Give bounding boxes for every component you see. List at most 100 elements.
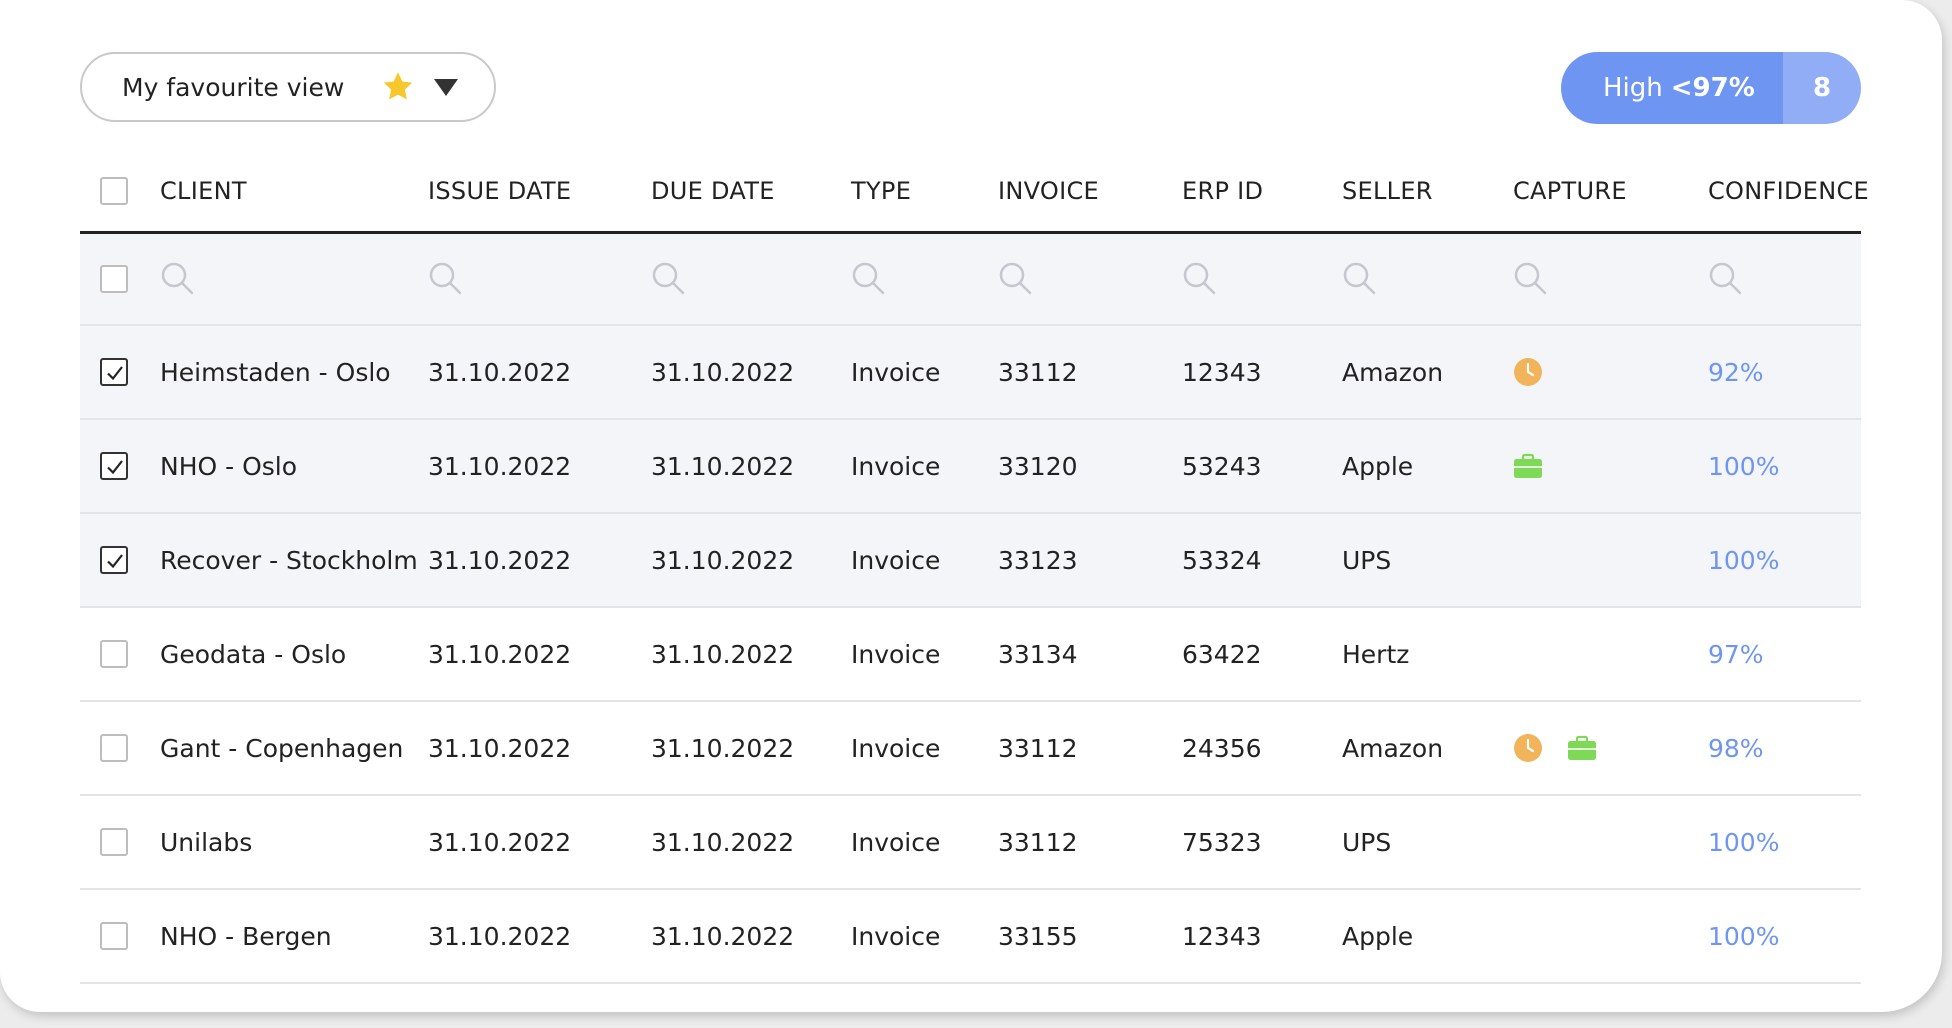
- table-row[interactable]: Recover - Stockholm 31.10.2022 31.10.202…: [80, 514, 1861, 608]
- cell-invoice: 33134: [998, 639, 1078, 669]
- checkmark-icon: [107, 366, 123, 381]
- table-row[interactable]: Gant - Copenhagen 31.10.2022 31.10.2022 …: [80, 702, 1861, 796]
- column-header-confidence[interactable]: CONFIDENCE: [1708, 150, 1869, 231]
- cell-due-date: 31.10.2022: [651, 639, 795, 669]
- cell-type: Invoice: [851, 827, 941, 857]
- cell-invoice: 33120: [998, 451, 1078, 481]
- table-row[interactable]: Heimstaden - Oslo 31.10.2022 31.10.2022 …: [80, 326, 1861, 420]
- table-row[interactable]: Unilabs 31.10.2022 31.10.2022 Invoice 33…: [80, 796, 1861, 890]
- cell-due-date: 31.10.2022: [651, 921, 795, 951]
- cell-invoice: 33123: [998, 545, 1078, 575]
- row-checkbox[interactable]: [100, 452, 128, 480]
- column-header-capture[interactable]: CAPTURE: [1513, 150, 1627, 231]
- cell-issue-date: 31.10.2022: [428, 451, 572, 481]
- cell-confidence: 100%: [1708, 921, 1780, 951]
- filter-value: <97%: [1670, 73, 1755, 103]
- cell-erp-id: 75323: [1182, 827, 1262, 857]
- row-checkbox[interactable]: [100, 734, 128, 762]
- row-checkbox[interactable]: [100, 640, 128, 668]
- table-row[interactable]: NHO - Oslo 31.10.2022 31.10.2022 Invoice…: [80, 420, 1861, 514]
- cell-client: Gant - Copenhagen: [160, 733, 404, 763]
- cell-erp-id: 53324: [1182, 545, 1262, 575]
- cell-due-date: 31.10.2022: [651, 451, 795, 481]
- row-checkbox[interactable]: [100, 922, 128, 950]
- clock-icon: [1514, 734, 1542, 762]
- cell-invoice: 33155: [998, 921, 1078, 951]
- clock-icon: [1514, 358, 1542, 386]
- cell-type: Invoice: [851, 451, 941, 481]
- cell-seller: Hertz: [1342, 639, 1410, 669]
- cell-client: Unilabs: [160, 827, 253, 857]
- cell-erp-id: 53243: [1182, 451, 1262, 481]
- cell-client: Heimstaden - Oslo: [160, 357, 391, 387]
- cell-capture: [1513, 326, 1567, 418]
- column-header-invoice[interactable]: INVOICE: [998, 150, 1099, 231]
- cell-confidence: 100%: [1708, 827, 1780, 857]
- search-icon[interactable]: [1708, 261, 1744, 297]
- search-icon[interactable]: [998, 261, 1034, 297]
- search-icon[interactable]: [1513, 261, 1549, 297]
- cell-capture: [1513, 420, 1567, 512]
- briefcase-icon: [1514, 453, 1542, 478]
- cell-invoice: 33112: [998, 827, 1078, 857]
- cell-erp-id: 24356: [1182, 733, 1262, 763]
- cell-issue-date: 31.10.2022: [428, 733, 572, 763]
- cell-seller: UPS: [1342, 545, 1392, 575]
- search-icon[interactable]: [1182, 261, 1218, 297]
- cell-erp-id: 12343: [1182, 357, 1262, 387]
- invoice-table: CLIENT ISSUE DATE DUE DATE TYPE INVOICE …: [80, 150, 1869, 984]
- column-header-due-date[interactable]: DUE DATE: [651, 150, 775, 231]
- cell-seller: Amazon: [1342, 733, 1444, 763]
- cell-confidence: 97%: [1708, 639, 1764, 669]
- checkmark-icon: [107, 460, 123, 475]
- cell-type: Invoice: [851, 921, 941, 951]
- cell-client: NHO - Oslo: [160, 451, 298, 481]
- cell-seller: Apple: [1342, 451, 1414, 481]
- confidence-filter-pill[interactable]: High <97% 8: [1561, 52, 1861, 124]
- cell-confidence: 100%: [1708, 451, 1780, 481]
- search-icon[interactable]: [651, 261, 687, 297]
- cell-type: Invoice: [851, 545, 941, 575]
- cell-seller: Amazon: [1342, 357, 1444, 387]
- select-all-checkbox[interactable]: [100, 176, 128, 205]
- confidence-filter-label[interactable]: High <97%: [1561, 52, 1783, 124]
- search-icon[interactable]: [1342, 261, 1378, 297]
- checkmark-icon: [107, 554, 123, 569]
- cell-invoice: 33112: [998, 357, 1078, 387]
- cell-type: Invoice: [851, 357, 941, 387]
- search-row-checkbox[interactable]: [100, 265, 128, 293]
- cell-seller: UPS: [1342, 827, 1392, 857]
- cell-confidence: 100%: [1708, 545, 1780, 575]
- row-checkbox[interactable]: [100, 546, 128, 574]
- search-filter-row: [80, 234, 1861, 326]
- cell-type: Invoice: [851, 733, 941, 763]
- search-icon[interactable]: [160, 261, 196, 297]
- chevron-down-icon[interactable]: [434, 79, 458, 96]
- column-header-issue-date[interactable]: ISSUE DATE: [428, 150, 571, 231]
- row-checkbox[interactable]: [100, 828, 128, 856]
- search-icon[interactable]: [428, 261, 464, 297]
- column-header-seller[interactable]: SELLER: [1342, 150, 1433, 231]
- filter-count-badge[interactable]: 8: [1783, 52, 1861, 124]
- view-dropdown[interactable]: My favourite view: [80, 52, 496, 122]
- cell-confidence: 92%: [1708, 357, 1764, 387]
- table-row[interactable]: NHO - Bergen 31.10.2022 31.10.2022 Invoi…: [80, 890, 1861, 984]
- cell-issue-date: 31.10.2022: [428, 357, 572, 387]
- filter-prefix: High: [1603, 73, 1663, 103]
- view-dropdown-label: My favourite view: [122, 72, 345, 102]
- table-header-row: CLIENT ISSUE DATE DUE DATE TYPE INVOICE …: [80, 150, 1869, 234]
- column-header-client[interactable]: CLIENT: [160, 150, 247, 231]
- column-header-type[interactable]: TYPE: [851, 150, 911, 231]
- search-icon[interactable]: [851, 261, 887, 297]
- cell-erp-id: 12343: [1182, 921, 1262, 951]
- table-row[interactable]: Geodata - Oslo 31.10.2022 31.10.2022 Inv…: [80, 608, 1861, 702]
- star-icon[interactable]: [380, 69, 416, 105]
- cell-issue-date: 31.10.2022: [428, 639, 572, 669]
- cell-client: Geodata - Oslo: [160, 639, 347, 669]
- cell-invoice: 33112: [998, 733, 1078, 763]
- cell-issue-date: 31.10.2022: [428, 921, 572, 951]
- cell-due-date: 31.10.2022: [651, 827, 795, 857]
- cell-due-date: 31.10.2022: [651, 357, 795, 387]
- row-checkbox[interactable]: [100, 358, 128, 386]
- column-header-erp-id[interactable]: ERP ID: [1182, 150, 1263, 231]
